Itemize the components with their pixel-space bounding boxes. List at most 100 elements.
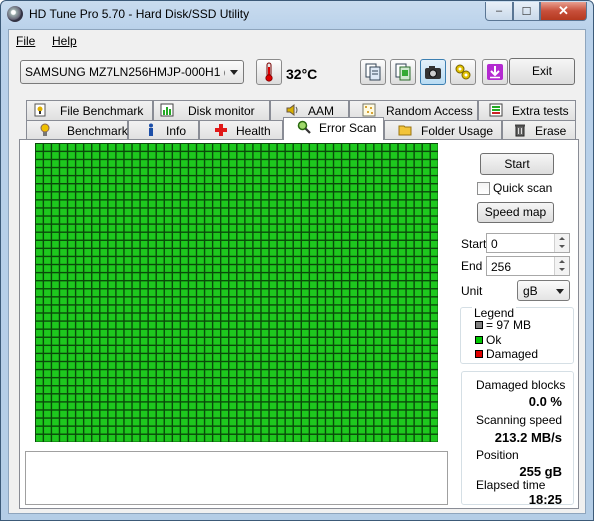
scan-block bbox=[269, 281, 277, 289]
scan-block bbox=[318, 208, 325, 216]
scan-block bbox=[342, 337, 349, 345]
scan-block bbox=[221, 426, 229, 434]
quick-scan-checkbox[interactable]: Quick scan bbox=[477, 181, 552, 197]
save-button[interactable] bbox=[482, 59, 508, 85]
exit-button[interactable]: Exit bbox=[509, 58, 575, 85]
tab-benchmark[interactable]: Benchmark bbox=[26, 120, 128, 140]
scan-block bbox=[406, 402, 414, 410]
scan-block bbox=[221, 281, 229, 289]
legend-row-damaged: Damaged bbox=[475, 347, 538, 361]
scan-block bbox=[229, 378, 237, 386]
scan-block bbox=[132, 257, 140, 264]
scan-block bbox=[342, 281, 349, 289]
scan-block bbox=[277, 257, 285, 264]
scan-log[interactable] bbox=[25, 451, 448, 505]
scan-block bbox=[76, 152, 83, 159]
scan-block bbox=[76, 144, 83, 151]
start-spinner-arrows-icon[interactable] bbox=[554, 234, 569, 252]
scan-block bbox=[318, 346, 325, 353]
scan-block bbox=[301, 232, 309, 240]
scan-block bbox=[334, 313, 341, 321]
scan-block bbox=[164, 152, 172, 159]
copy-info-button[interactable] bbox=[360, 59, 386, 85]
scan-block bbox=[60, 224, 67, 232]
scan-block bbox=[60, 337, 67, 345]
tab-folder-usage[interactable]: Folder Usage bbox=[384, 120, 502, 140]
scan-block bbox=[237, 346, 245, 353]
tab-health[interactable]: Health bbox=[199, 120, 283, 140]
scan-block bbox=[36, 434, 43, 442]
scan-block bbox=[164, 249, 172, 256]
quick-scan-box[interactable] bbox=[477, 182, 490, 196]
scan-block bbox=[285, 354, 293, 361]
scan-block bbox=[181, 289, 188, 297]
menu-help[interactable]: Help bbox=[52, 34, 77, 48]
start-scan-button[interactable]: Start bbox=[480, 153, 554, 175]
scan-block bbox=[92, 321, 100, 329]
tab-strip: File Benchmark Disk monitor AAM Random A… bbox=[9, 100, 585, 140]
scan-block bbox=[52, 184, 59, 192]
scan-block bbox=[374, 426, 382, 434]
scan-block bbox=[52, 216, 59, 224]
scan-block bbox=[132, 434, 140, 442]
tab-erase-label: Erase bbox=[535, 124, 567, 138]
tab-info[interactable]: Info bbox=[128, 120, 199, 140]
scan-block bbox=[293, 273, 301, 280]
scan-block bbox=[132, 418, 140, 426]
tab-error-scan[interactable]: Error Scan bbox=[283, 117, 384, 140]
scan-block bbox=[124, 216, 132, 224]
start-spinner[interactable]: 0 bbox=[486, 233, 570, 253]
end-spinner[interactable]: 256 bbox=[486, 256, 570, 276]
scan-block bbox=[374, 337, 382, 345]
menu-file[interactable]: File bbox=[16, 34, 35, 48]
scan-block bbox=[100, 208, 108, 216]
scan-block bbox=[261, 354, 269, 361]
tab-disk-monitor[interactable]: Disk monitor bbox=[153, 100, 270, 120]
scan-block bbox=[189, 168, 196, 175]
copy-all-button[interactable] bbox=[390, 59, 416, 85]
scan-block bbox=[390, 354, 398, 361]
tab-file-benchmark[interactable]: File Benchmark bbox=[26, 100, 153, 120]
title-bar[interactable]: HD Tune Pro 5.70 - Hard Disk/SSD Utility… bbox=[1, 1, 593, 29]
scan-block bbox=[374, 216, 382, 224]
scan-block bbox=[140, 297, 148, 305]
scan-block bbox=[213, 434, 220, 442]
scan-block bbox=[100, 418, 108, 426]
scan-block bbox=[414, 184, 422, 192]
scan-block bbox=[374, 265, 382, 272]
scan-block bbox=[253, 152, 261, 159]
scan-block bbox=[100, 313, 108, 321]
speed-map-button[interactable]: Speed map bbox=[477, 202, 554, 223]
scan-block bbox=[116, 418, 124, 426]
scan-block bbox=[245, 249, 253, 256]
options-button[interactable] bbox=[450, 59, 476, 85]
maximize-button[interactable]: ☐ bbox=[513, 2, 540, 21]
screenshot-button[interactable] bbox=[420, 59, 446, 85]
unit-select[interactable]: gB bbox=[517, 280, 570, 301]
drive-select[interactable]: SAMSUNG MZ7LN256HMJP-000H1 (256 bbox=[20, 60, 244, 84]
end-spinner-arrows-icon[interactable] bbox=[554, 257, 569, 275]
scan-block bbox=[108, 265, 116, 272]
scan-block bbox=[277, 208, 285, 216]
scan-block bbox=[213, 224, 220, 232]
tab-error-scan-label: Error Scan bbox=[319, 121, 377, 135]
scan-block bbox=[382, 144, 390, 151]
scan-block bbox=[116, 184, 124, 192]
scan-block bbox=[229, 160, 237, 167]
scan-block bbox=[173, 394, 180, 402]
temperature-button[interactable] bbox=[256, 59, 282, 85]
scan-block bbox=[293, 224, 301, 232]
tab-erase[interactable]: Erase bbox=[502, 120, 576, 140]
scan-block bbox=[342, 346, 349, 353]
tab-extra-tests[interactable]: Extra tests bbox=[478, 100, 576, 120]
scan-block bbox=[374, 305, 382, 313]
scan-block bbox=[261, 313, 269, 321]
minimize-button[interactable]: – bbox=[485, 2, 513, 21]
scan-block bbox=[52, 208, 59, 216]
scan-block bbox=[52, 354, 59, 361]
scan-block bbox=[108, 281, 116, 289]
scan-block bbox=[68, 337, 75, 345]
close-button[interactable]: ✕ bbox=[540, 2, 587, 21]
scan-block bbox=[301, 224, 309, 232]
scan-block bbox=[116, 273, 124, 280]
